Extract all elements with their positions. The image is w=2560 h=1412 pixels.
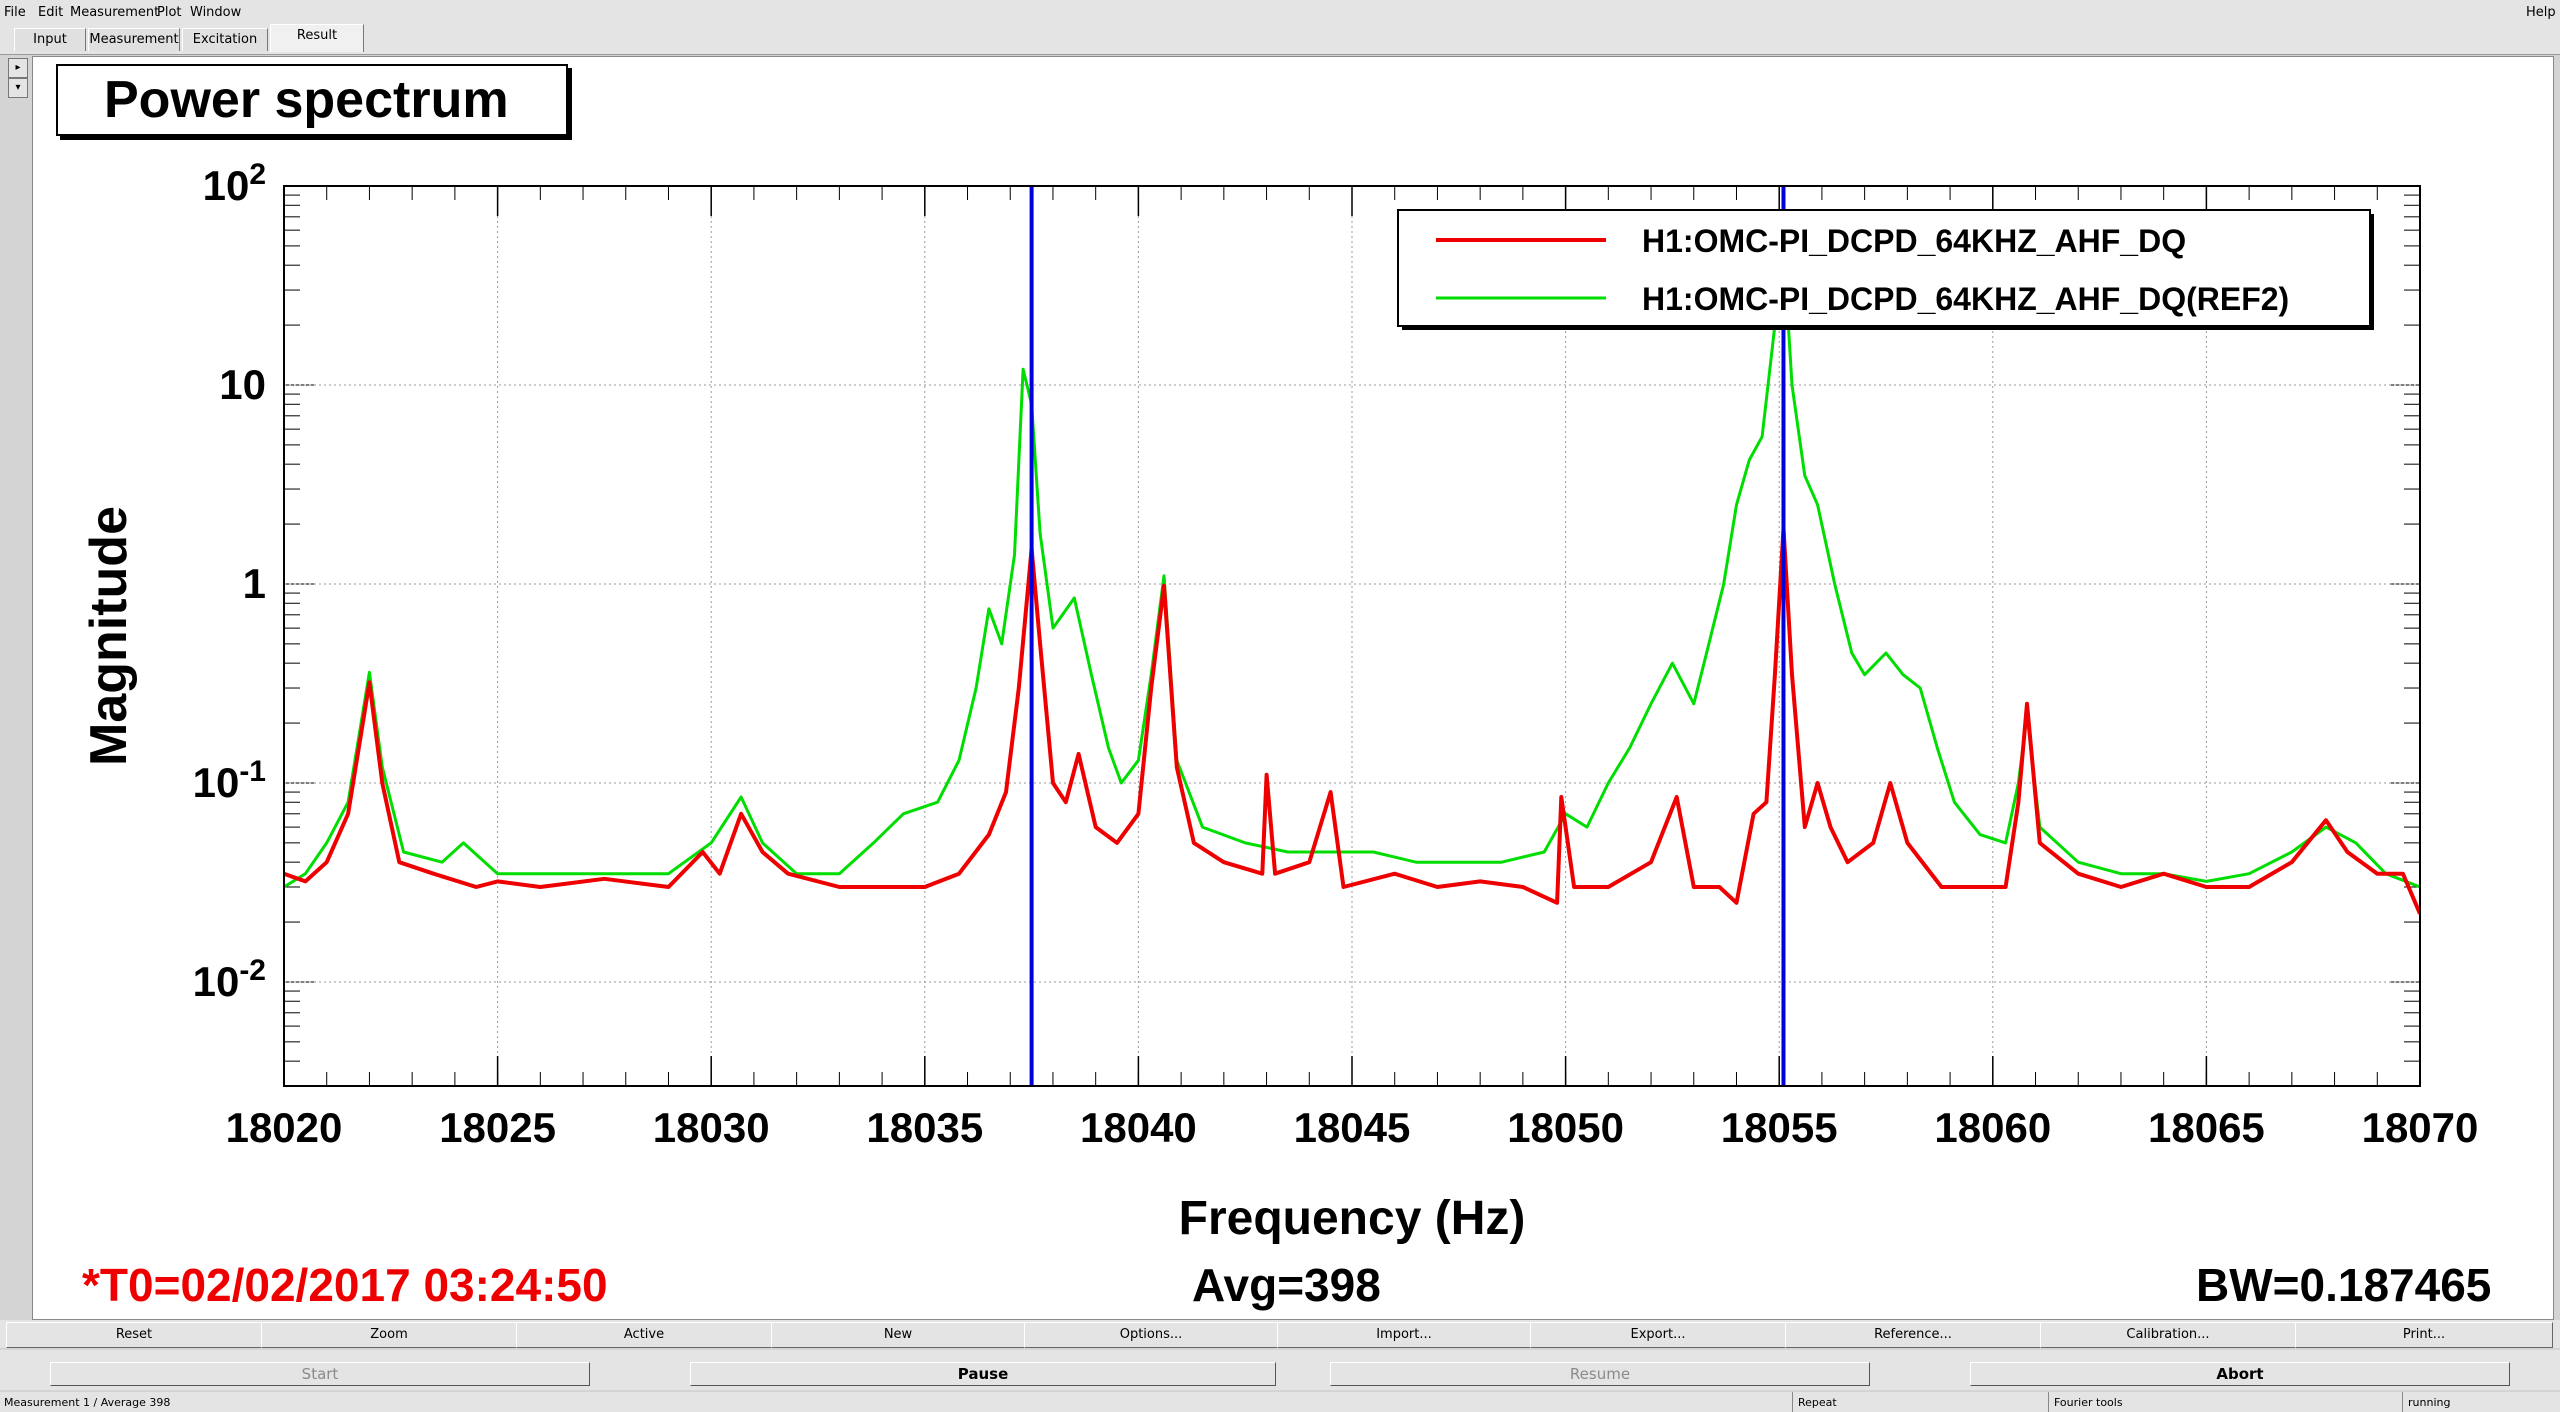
x-tick-label: 18020 [226, 1104, 343, 1151]
y-tick-label: 1 [243, 560, 266, 607]
y-axis-label: Magnitude [80, 506, 138, 766]
x-tick-label: 18040 [1080, 1104, 1197, 1151]
status-measurement: Measurement 1 / Average 398 [4, 1396, 171, 1409]
x-tick-label: 18035 [866, 1104, 983, 1151]
x-tick-label: 18045 [1294, 1104, 1411, 1151]
x-tick-label: 18060 [1934, 1104, 2051, 1151]
t0-label: *T0=02/02/2017 03:24:50 [82, 1259, 608, 1311]
calibration-button[interactable]: Calibration... [2040, 1322, 2296, 1348]
reset-button[interactable]: Reset [6, 1322, 262, 1348]
export-button[interactable]: Export... [1530, 1322, 1786, 1348]
status-bar: Measurement 1 / Average 398 Repeat Fouri… [0, 1392, 2560, 1412]
avg-label: Avg=398 [1192, 1259, 1381, 1311]
status-tools: Fourier tools [2054, 1396, 2123, 1409]
print-button[interactable]: Print... [2295, 1322, 2553, 1348]
y-tick-label: 10-2 [193, 954, 266, 1005]
x-tick-label: 18055 [1721, 1104, 1838, 1151]
legend-label: H1:OMC-PI_DCPD_64KHZ_AHF_DQ(REF2) [1642, 281, 2289, 317]
x-tick-label: 18025 [439, 1104, 556, 1151]
legend-label: H1:OMC-PI_DCPD_64KHZ_AHF_DQ [1642, 223, 2186, 259]
start-button[interactable]: Start [50, 1362, 590, 1386]
status-repeat: Repeat [1798, 1396, 1837, 1409]
new-button[interactable]: New [771, 1322, 1025, 1348]
abort-button[interactable]: Abort [1970, 1362, 2510, 1386]
y-tick-label: 10 [219, 361, 266, 408]
zoom-button[interactable]: Zoom [261, 1322, 517, 1348]
options-button[interactable]: Options... [1024, 1322, 1278, 1348]
import-button[interactable]: Import... [1277, 1322, 1531, 1348]
y-tick-label: 102 [203, 158, 266, 209]
active-button[interactable]: Active [516, 1322, 772, 1348]
plot-title: Power spectrum [56, 64, 568, 136]
x-tick-label: 18065 [2148, 1104, 2265, 1151]
resume-button[interactable]: Resume [1330, 1362, 1870, 1386]
bw-label: BW=0.187465 [2196, 1259, 2492, 1311]
x-axis-label: Frequency (Hz) [1179, 1192, 1526, 1245]
control-row: Start Pause Resume Abort [0, 1350, 2560, 1390]
y-tick-label: 10-1 [193, 755, 266, 806]
status-state: running [2408, 1396, 2451, 1409]
x-tick-label: 18050 [1507, 1104, 1624, 1151]
reference-button[interactable]: Reference... [1785, 1322, 2041, 1348]
x-tick-label: 18070 [2362, 1104, 2479, 1151]
chart-canvas: 18020 18025 18030 18035 18040 18045 18050 18055… [80, 158, 2479, 1245]
pause-button[interactable]: Pause [690, 1362, 1276, 1386]
plot-button-row: Reset Zoom Active New Options... Import.… [0, 1320, 2560, 1348]
x-tick-label: 18030 [653, 1104, 770, 1151]
